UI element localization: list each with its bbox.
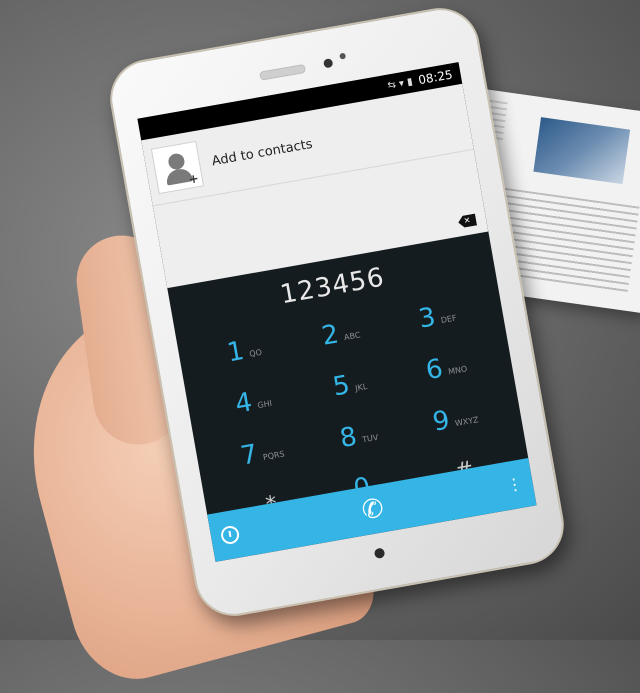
key-3[interactable]: 3 DEF bbox=[385, 284, 488, 338]
phone-screen: ⇆ ▾ ▮ 08:25 + Add to contacts ✕ 123456 1… bbox=[137, 62, 537, 562]
phone-icon[interactable]: ✆ bbox=[360, 493, 387, 526]
backspace-icon[interactable]: ✕ bbox=[457, 214, 477, 229]
add-contact-avatar-icon: + bbox=[150, 140, 205, 195]
key-2[interactable]: 2 ABC bbox=[288, 301, 391, 355]
add-to-contacts-label: Add to contacts bbox=[210, 136, 314, 169]
clock-icon[interactable] bbox=[219, 524, 241, 546]
key-6[interactable]: 6 MNO bbox=[394, 335, 497, 389]
status-icons: ⇆ ▾ ▮ bbox=[386, 75, 414, 92]
key-9[interactable]: 9 WXYZ bbox=[403, 386, 506, 440]
front-camera bbox=[322, 58, 334, 69]
earpiece-speaker bbox=[259, 63, 306, 81]
key-1[interactable]: 1 QO bbox=[192, 318, 295, 372]
key-8[interactable]: 8 TUV bbox=[306, 403, 409, 457]
overflow-menu-icon[interactable]: ⋮ bbox=[505, 474, 524, 495]
status-time: 08:25 bbox=[417, 67, 454, 88]
proximity-sensor bbox=[339, 52, 347, 60]
key-7[interactable]: 7 PQRS bbox=[210, 420, 313, 474]
key-5[interactable]: 5 JKL bbox=[297, 352, 400, 406]
key-4[interactable]: 4 GHI bbox=[201, 369, 304, 423]
home-button[interactable] bbox=[373, 547, 386, 560]
magazine-photo bbox=[533, 117, 631, 185]
